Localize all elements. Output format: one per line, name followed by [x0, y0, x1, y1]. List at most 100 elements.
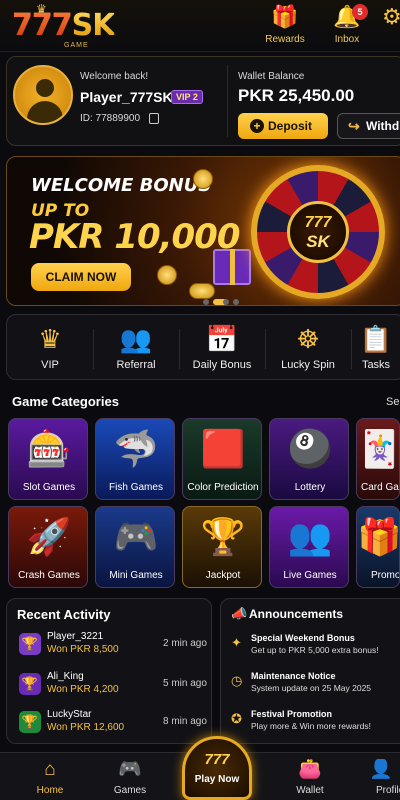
quick-lucky-spin[interactable]: ☸ Lucky Spin — [265, 323, 351, 377]
quick-referral[interactable]: 👥 Referral — [93, 323, 179, 377]
category-label: Jackpot — [205, 570, 241, 581]
trophy-icon: 🏆 — [19, 711, 41, 733]
quick-daily-bonus[interactable]: 📅 Daily Bonus — [179, 323, 265, 377]
category-mini-games[interactable]: 🎮 Mini Games — [95, 506, 175, 588]
gift-box-icon — [213, 249, 251, 285]
category-lottery[interactable]: 🎱 Lottery — [269, 418, 349, 500]
rewards-button[interactable]: 🎁 Rewards — [260, 4, 310, 48]
carousel-dot[interactable] — [203, 299, 209, 305]
vip-badge: VIP 2 — [171, 90, 203, 104]
activity-player: Player_3221 — [47, 631, 104, 642]
welcome-bonus-banner[interactable]: WELCOME BONUS UP TO PKR 10,000 CLAIM NOW… — [6, 156, 400, 306]
activity-win: Won PKR 12,600 — [47, 722, 125, 733]
coin-icon — [189, 283, 215, 299]
carousel-dot[interactable] — [233, 299, 239, 305]
divider — [227, 65, 228, 137]
rocket-icon: 🚀 — [26, 516, 72, 557]
play-now-label: Play Now — [194, 774, 240, 785]
activity-row[interactable]: 🏆 Player_3221 Won PKR 8,500 2 min ago — [15, 629, 211, 661]
announcement-item[interactable]: ◷ Maintenance Notice System update on 25… — [229, 671, 400, 707]
wheel-bottom-text: SK — [306, 232, 330, 251]
gift-icon: 🎁 — [357, 516, 400, 557]
lucky-wheel-icon: 777 SK — [251, 165, 385, 299]
logo-text: 777SK — [12, 8, 115, 43]
see-all-link[interactable]: See All — [386, 396, 400, 408]
category-label: Promotions — [371, 570, 400, 581]
cards-icon: 🃏 — [357, 428, 400, 469]
announcement-title: Festival Promotion — [251, 709, 333, 719]
nav-profile[interactable]: 👤 Profile — [362, 759, 400, 799]
coin-icon — [157, 265, 177, 285]
nav-home[interactable]: ⌂ Home — [20, 759, 80, 799]
activity-player: Ali_King — [47, 671, 84, 682]
activity-row[interactable]: 🏆 LuckyStar Won PKR 12,600 8 min ago — [15, 707, 211, 739]
quick-vip[interactable]: ♛ VIP — [7, 323, 93, 377]
nav-wallet[interactable]: 👛 Wallet — [280, 759, 340, 799]
avatar-body — [27, 101, 63, 123]
play-now-button[interactable]: 777 Play Now — [182, 736, 252, 800]
trophy-icon: 🏆 — [19, 633, 41, 655]
banner-amount: PKR 10,000 — [29, 217, 240, 257]
user-icon: 👤 — [369, 759, 393, 780]
deposit-button[interactable]: + Deposit — [238, 113, 328, 139]
category-label: Lottery — [294, 482, 326, 493]
categories-title: Game Categories — [12, 394, 119, 409]
quick-label: VIP — [41, 359, 59, 371]
crown-icon: ♛ — [38, 324, 62, 354]
category-fish-games[interactable]: 🦈 Fish Games — [95, 418, 175, 500]
category-card-games[interactable]: 🃏 Card Games — [356, 418, 400, 500]
activity-row[interactable]: 🏆 Ali_King Won PKR 4,200 5 min ago — [15, 669, 211, 701]
category-label: Mini Games — [109, 570, 163, 581]
withdraw-button[interactable]: ↪ Withdraw — [337, 113, 400, 139]
category-live-games[interactable]: 👥 Live Games — [269, 506, 349, 588]
activity-win: Won PKR 8,500 — [47, 644, 119, 655]
copy-icon[interactable] — [149, 113, 159, 124]
wheel-icon: ☸ — [296, 324, 320, 354]
announcements-panel: 📣 Announcements ✦ Special Weekend Bonus … — [220, 598, 400, 744]
announcement-title: Maintenance Notice — [251, 671, 336, 681]
announcement-item[interactable]: ✪ Festival Promotion Play more & Win mor… — [229, 709, 400, 745]
category-slot-games[interactable]: 🎰 Slot Games — [8, 418, 88, 500]
nav-label: Games — [113, 785, 147, 796]
clock-icon: ◷ — [231, 673, 243, 688]
avatar[interactable] — [13, 65, 73, 125]
recent-title: Recent Activity — [17, 607, 111, 622]
gear-icon: ⚙ — [382, 4, 400, 29]
announcement-item[interactable]: ✦ Special Weekend Bonus Get up to PKR 5,… — [229, 633, 400, 669]
quick-tasks[interactable]: 📋 Tasks — [351, 323, 400, 377]
wallet-icon: 👛 — [298, 759, 322, 780]
settings-button[interactable]: ⚙ — [382, 4, 400, 48]
top-header: ♛ 777SK GAME 🎁 Rewards 🔔 5 Inbox ⚙ — [0, 0, 400, 52]
profile-card: Welcome back! Player_777SK VIP 2 ID: 778… — [6, 56, 400, 146]
slot-machine-icon: 🎰 — [26, 428, 72, 469]
category-promotions[interactable]: 🎁 Promotions — [356, 506, 400, 588]
cubes-icon: 🟥 — [200, 428, 246, 469]
brand-logo[interactable]: ♛ 777SK GAME — [8, 2, 138, 49]
category-jackpot[interactable]: 🏆 Jackpot — [182, 506, 262, 588]
claim-now-button[interactable]: CLAIM NOW — [31, 263, 131, 291]
activity-time: 2 min ago — [163, 638, 207, 649]
quick-label: Referral — [116, 359, 156, 371]
category-crash-games[interactable]: 🚀 Crash Games — [8, 506, 88, 588]
deposit-label: Deposit — [268, 119, 313, 133]
recent-activity-panel: Recent Activity 🏆 Player_3221 Won PKR 8,… — [6, 598, 212, 744]
task-icon: 📋 — [359, 324, 393, 354]
carousel-indicator — [203, 299, 247, 305]
megaphone-icon: 📣 — [231, 606, 248, 621]
carousel-dot[interactable] — [223, 299, 229, 305]
category-color-prediction[interactable]: 🟥 Color Prediction — [182, 418, 262, 500]
activity-time: 5 min ago — [163, 678, 207, 689]
live-users-icon: 👥 — [287, 516, 333, 557]
announcement-title: Special Weekend Bonus — [251, 633, 355, 643]
gift-icon: 🎁 — [271, 4, 299, 29]
nav-games[interactable]: 🎮 Games — [100, 759, 160, 799]
withdraw-label: Withdraw — [366, 119, 400, 133]
wallet-balance: PKR 25,450.00 — [238, 86, 355, 105]
gamepad-icon: 🎮 — [113, 516, 159, 557]
gift-icon: ✦ — [231, 635, 242, 650]
category-label: Live Games — [283, 570, 337, 581]
category-label: Color Prediction — [187, 482, 259, 493]
avatar-head — [36, 79, 54, 97]
username: Player_777SK — [80, 89, 173, 105]
inbox-button[interactable]: 🔔 5 Inbox — [322, 4, 372, 48]
